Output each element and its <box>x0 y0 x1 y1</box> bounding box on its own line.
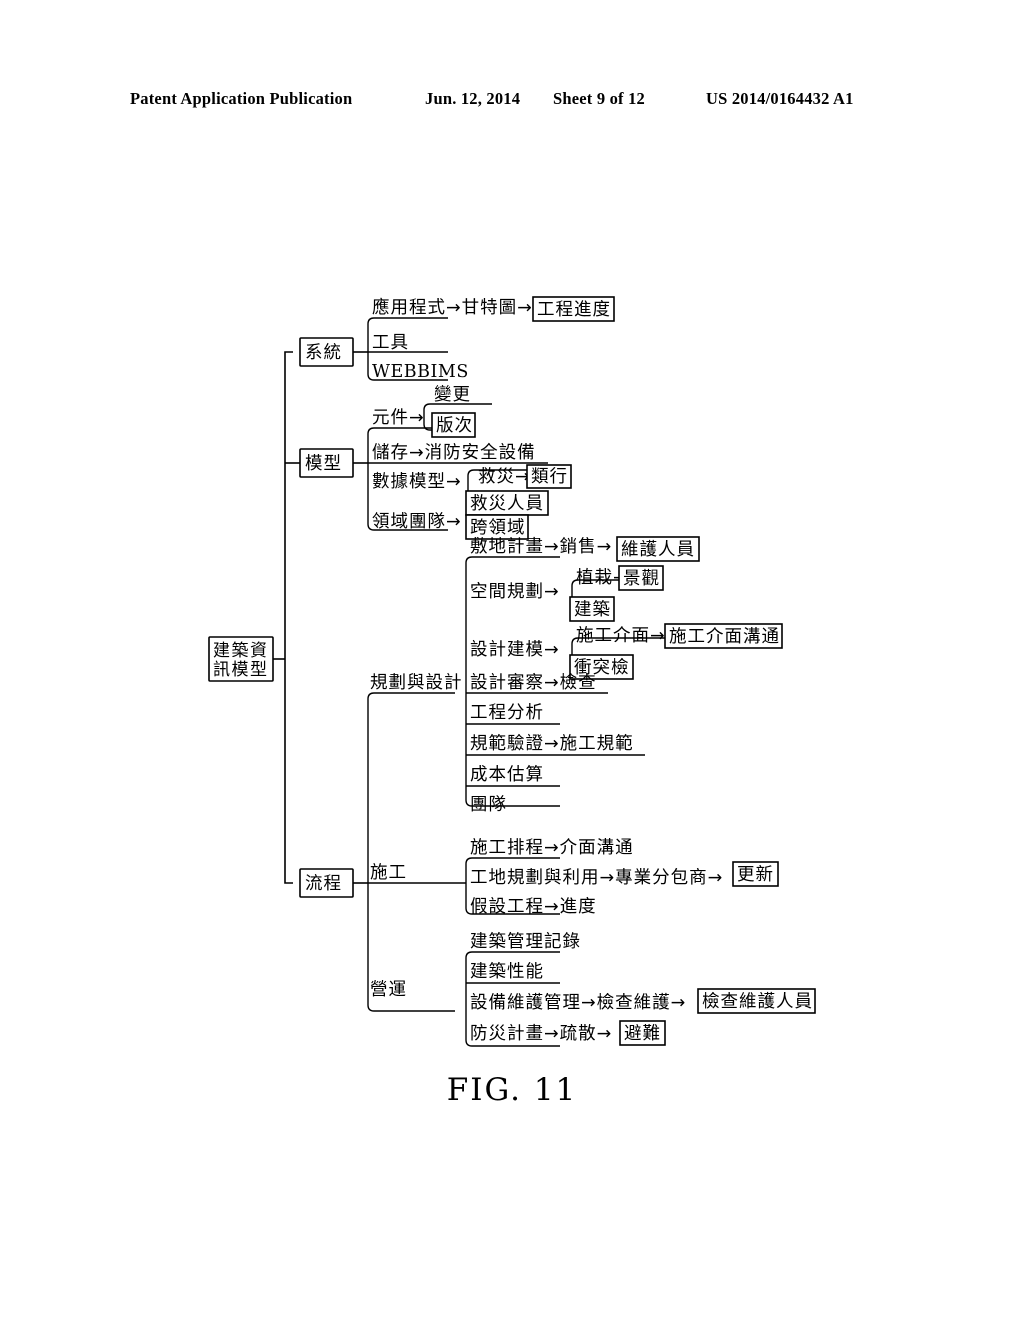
model-item-component: 元件→ 變更 版次 <box>372 384 492 438</box>
model-item-domain-box: 跨領域 <box>470 518 526 538</box>
node-root-line1: 建築資 <box>213 641 269 661</box>
node-model: 模型 <box>299 448 368 478</box>
operation-item-disaster-box: 避難 <box>624 1024 661 1044</box>
design-item-space-top-box: 景觀 <box>623 569 660 589</box>
construction-item-schedule: 施工排程→介面溝通 <box>470 838 634 858</box>
system-item-application-box: 工程進度 <box>537 300 611 320</box>
operation-item-record: 建築管理記錄 <box>470 932 581 952</box>
design-item-code: 規範驗證→施工規範 <box>466 734 645 756</box>
node-process-label: 流程 <box>305 874 342 894</box>
design-item-cost: 成本估算 <box>466 765 560 787</box>
operation-item-maintenance: 設備維護管理→檢查維護→ 檢查維護人員 <box>470 988 816 1014</box>
design-item-code-label: 規範驗證→施工規範 <box>470 734 634 754</box>
model-item-datamodel-top-box: 類行 <box>531 467 568 487</box>
construction-item-schedule-label: 施工排程→介面溝通 <box>470 838 634 858</box>
design-item-team: 團隊 <box>470 795 507 815</box>
operation-item-disaster: 防災計畫→疏散→ 避難 <box>470 1020 666 1046</box>
system-item-tools: 工具 <box>368 333 448 353</box>
figure-caption: FIG. 11 <box>446 1072 578 1108</box>
node-system: 系統 <box>299 337 368 367</box>
model-item-datamodel-label: 數據模型→ <box>372 472 462 492</box>
node-process: 流程 <box>299 868 368 898</box>
model-item-datamodel-bottom: 救災人員 <box>470 494 544 514</box>
model-item-storage: 儲存→消防安全設備 <box>368 443 548 464</box>
model-item-datamodel-top: 救災→ <box>478 467 531 487</box>
system-item-application-label: 應用程式→甘特圖→ <box>372 297 533 318</box>
model-item-component-top: 變更 <box>434 384 471 405</box>
design-item-space: 空間規劃→ 植栽→ 景觀 建築 <box>470 565 664 622</box>
node-model-label: 模型 <box>305 454 342 474</box>
construction-item-temporary-label: 假設工程→進度 <box>470 897 597 917</box>
design-item-cost-label: 成本估算 <box>470 765 544 785</box>
model-item-component-label: 元件→ <box>372 408 425 428</box>
design-item-site-box: 維護人員 <box>621 540 695 560</box>
design-item-review-label: 設計審察→檢查 <box>470 673 597 693</box>
node-root: 建築資 訊模型 <box>208 636 285 682</box>
design-item-analysis-label: 工程分析 <box>470 703 544 723</box>
operation-item-maintenance-label: 設備維護管理→檢查維護→ <box>470 993 686 1013</box>
design-item-modeling: 設計建模→ 施工介面→ 施工介面溝通 衝突檢 <box>470 623 783 680</box>
trunk-root <box>284 351 300 884</box>
design-item-modeling-top: 施工介面→ <box>576 626 666 646</box>
node-system-label: 系統 <box>305 343 342 363</box>
design-item-modeling-top-box: 施工介面溝通 <box>669 627 780 647</box>
construction-item-site-label: 工地規劃與利用→專業分包商→ <box>470 868 723 888</box>
design-item-modeling-label: 設計建模→ <box>470 640 560 660</box>
design-item-analysis: 工程分析 <box>466 703 560 725</box>
model-item-domain: 領域團隊→ 跨領域 <box>372 512 529 540</box>
model-item-datamodel: 數據模型→ 救災→ 類行 救災人員 <box>372 464 572 516</box>
group-design-label: 規劃與設計 <box>370 673 463 693</box>
operation-item-performance: 建築性能 <box>466 962 560 984</box>
design-item-team-label: 團隊 <box>470 795 507 815</box>
operation-item-record-label: 建築管理記錄 <box>470 932 581 952</box>
operation-item-maintenance-box: 檢查維護人員 <box>702 992 813 1012</box>
group-design: 規劃與設計 <box>370 673 463 693</box>
node-root-line2: 訊模型 <box>213 660 269 680</box>
group-operation-label: 營運 <box>370 980 407 1000</box>
design-item-space-bottom: 建築 <box>574 600 611 620</box>
figure-tree-diagram: 建築資 訊模型 系統 應用程式→甘特圖→ 工程進度 工具 WEBBIMS 模型 <box>0 0 1024 1320</box>
group-operation: 營運 <box>370 980 407 1000</box>
group-construction: 施工 <box>370 863 407 883</box>
design-item-review: 設計審察→檢查 <box>466 673 608 694</box>
design-item-space-label: 空間規劃→ <box>470 582 560 602</box>
operation-item-disaster-label: 防災計畫→疏散→ <box>470 1024 612 1044</box>
construction-item-site-box: 更新 <box>737 865 774 885</box>
design-item-site-label: 敷地計畫→銷售→ <box>470 537 612 557</box>
group-construction-label: 施工 <box>370 863 407 883</box>
system-item-webbims-label: WEBBIMS <box>372 362 469 382</box>
operation-item-performance-label: 建築性能 <box>470 962 544 982</box>
system-item-tools-label: 工具 <box>372 333 409 353</box>
system-item-webbims: WEBBIMS <box>372 362 469 382</box>
trunk-process <box>367 692 466 1012</box>
model-item-domain-label: 領域團隊→ <box>372 512 462 532</box>
construction-item-site: 工地規劃與利用→專業分包商→ 更新 <box>470 861 779 888</box>
model-item-storage-label: 儲存→消防安全設備 <box>372 443 536 463</box>
system-item-application: 應用程式→甘特圖→ 工程進度 <box>372 296 615 322</box>
construction-item-temporary: 假設工程→進度 <box>470 897 597 917</box>
model-item-component-bottom: 版次 <box>436 416 473 436</box>
